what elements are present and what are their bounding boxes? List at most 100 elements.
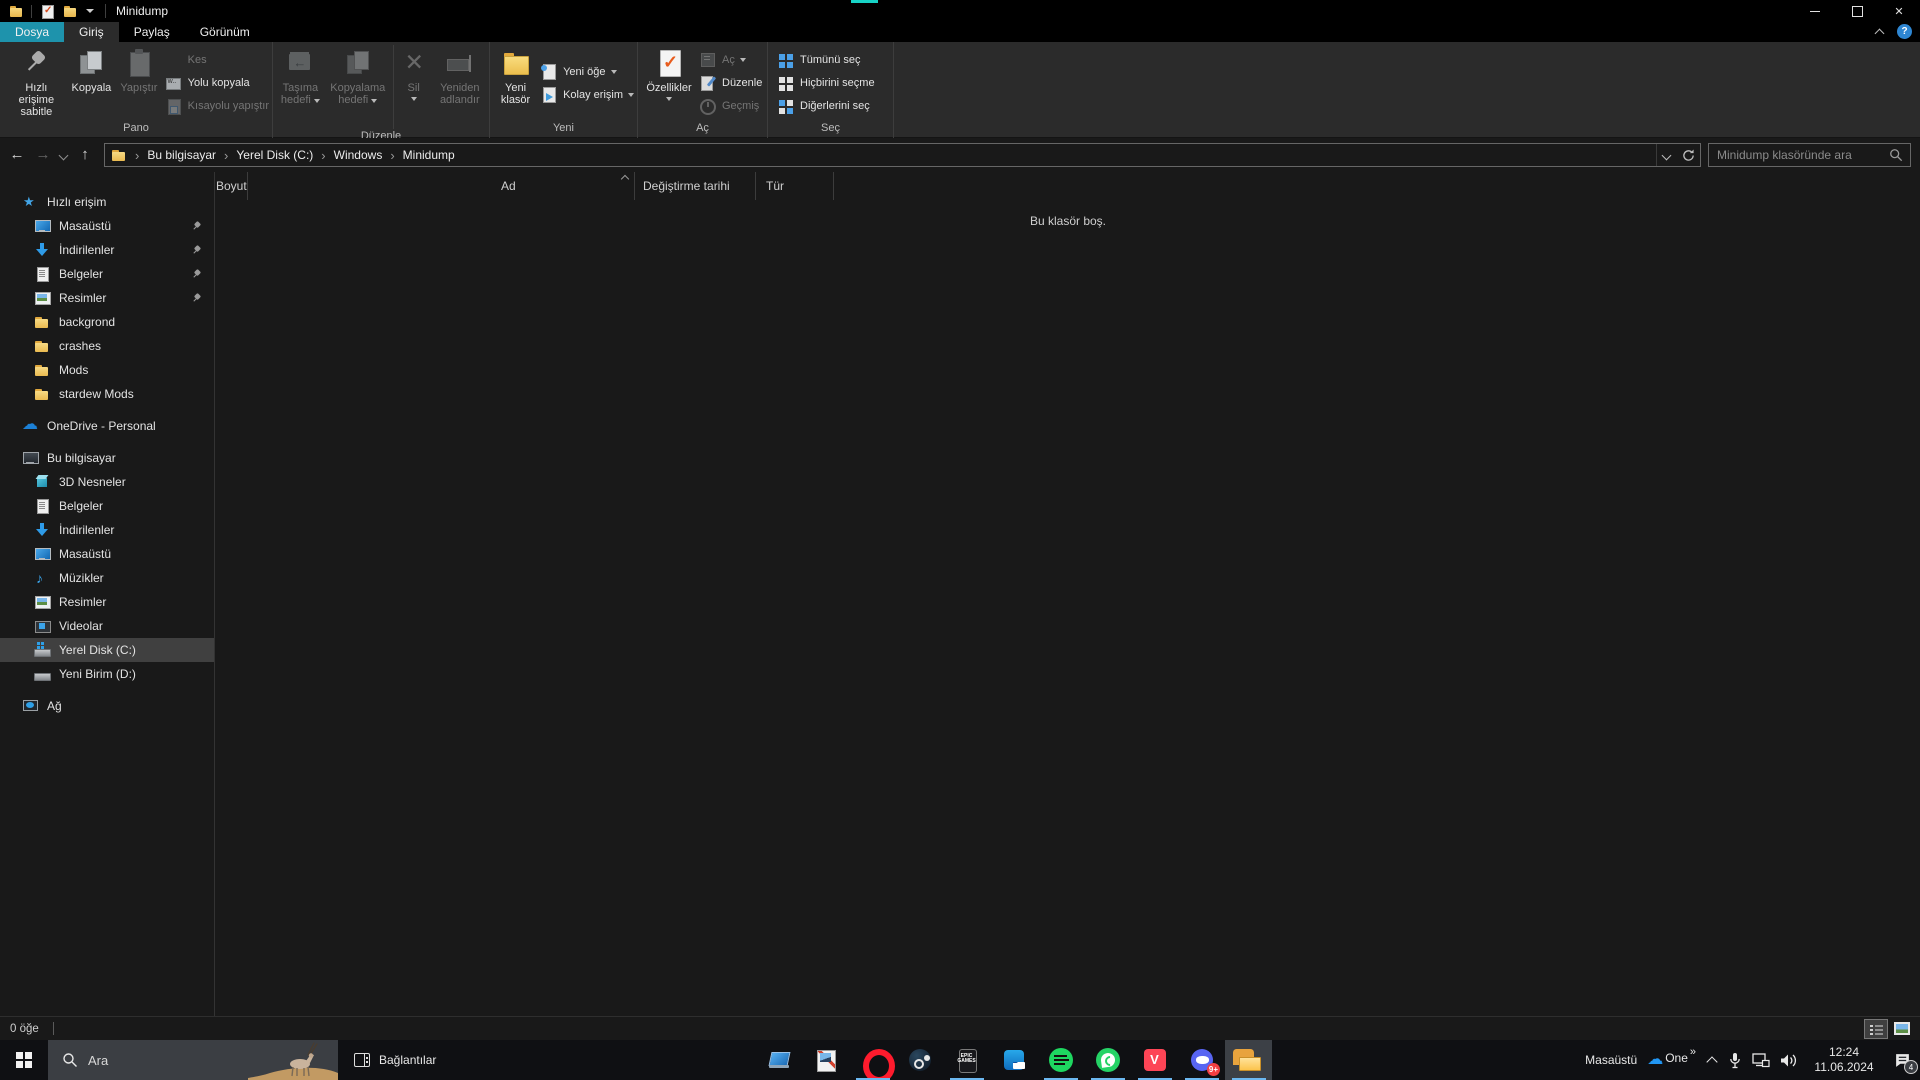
taskbar-app-whatsapp[interactable] [1084,1040,1131,1080]
breadcrumb-item[interactable]: Yerel Disk (C:) [216,148,313,163]
collapse-ribbon-icon[interactable] [1875,27,1885,37]
taskbar-app-epic-games[interactable] [943,1040,990,1080]
qat-new-folder-icon[interactable] [62,3,78,19]
tab-paylas[interactable]: Paylaş [119,22,185,42]
taskbar-app-computer[interactable] [755,1040,802,1080]
details-view-button[interactable] [1864,1019,1888,1039]
tab-dosya[interactable]: Dosya [0,22,64,42]
select-none-button[interactable]: Hiçbirini seçme [774,74,878,92]
breadcrumb-item[interactable]: Minidump [382,148,454,163]
refresh-icon[interactable] [1676,144,1700,166]
tree-item-label: Ağ [47,699,62,713]
taskbar-app-spotify[interactable] [1037,1040,1084,1080]
select-all-icon [777,51,795,69]
delete-button[interactable]: Sil [398,45,430,101]
invert-selection-button[interactable]: Diğerlerini seç [774,97,878,115]
taskbar-search-box[interactable] [48,1040,338,1080]
sidebar-item-stardew-mods[interactable]: stardew Mods [0,382,214,406]
help-icon[interactable]: ? [1897,24,1912,39]
taskbar-app-paint[interactable] [802,1040,849,1080]
sidebar-item-pictures[interactable]: Resimler [0,286,214,310]
select-all-button[interactable]: Tümünü seç [774,51,878,69]
sidebar-item-backgrond[interactable]: backgrond [0,310,214,334]
column-header-boyut[interactable]: Boyut [216,172,248,200]
sidebar-item-desktop[interactable]: Masaüstü [0,214,214,238]
qat-properties-icon[interactable] [39,3,55,19]
network-icon[interactable] [1752,1053,1770,1068]
sidebar-item-music[interactable]: Müzikler [0,566,214,590]
explorer-search-box[interactable] [1708,143,1911,167]
minimize-button[interactable] [1794,0,1836,22]
microphone-icon[interactable] [1728,1052,1742,1069]
tab-giris[interactable]: Giriş [64,22,119,42]
breadcrumb-item[interactable]: Bu bilgisayar [127,148,216,163]
rename-button[interactable]: Yeniden adlandır [432,45,488,106]
address-dropdown-icon[interactable] [1656,144,1676,166]
taskbar-app-valorant[interactable] [1131,1040,1178,1080]
forward-button[interactable]: → [30,143,56,167]
tree-item-icon [34,666,50,682]
sidebar-item-videos[interactable]: Videolar [0,614,214,638]
open-button[interactable]: Aç [696,51,765,69]
paste-shortcut-button[interactable]: Kısayolu yapıştır [162,97,272,115]
column-header-tur[interactable]: Tür [756,172,834,200]
sidebar-item-quick-access[interactable]: Hızlı erişim [0,190,214,214]
taskbar-app-outlook[interactable] [990,1040,1037,1080]
taskbar-app-file-explorer[interactable] [1225,1040,1272,1080]
links-toolbar[interactable]: Bağlantılar [354,1053,436,1067]
sidebar-item-pictures-pc[interactable]: Resimler [0,590,214,614]
maximize-button[interactable] [1836,0,1878,22]
sidebar-item-3d-objects[interactable]: 3D Nesneler [0,470,214,494]
close-button[interactable] [1878,0,1920,22]
tab-gorunum[interactable]: Görünüm [185,22,265,42]
sidebar-item-crashes[interactable]: crashes [0,334,214,358]
taskbar-app-opera[interactable] [849,1040,896,1080]
toolbar-overflow-chevron[interactable]: » [1690,1046,1696,1058]
system-tray: Masaüstü ☁ One » 12:24 11.06.2024 4 [1585,1040,1920,1080]
sidebar-item-mods[interactable]: Mods [0,358,214,382]
breadcrumb-item[interactable]: Windows [313,148,382,163]
sidebar-item-desktop-pc[interactable]: Masaüstü [0,542,214,566]
clock[interactable]: 12:24 11.06.2024 [1808,1045,1880,1075]
new-item-button[interactable]: Yeni öğe [537,63,637,81]
new-folder-button[interactable]: Yeni klasör [495,45,536,106]
start-button[interactable] [0,1040,48,1080]
easy-access-button[interactable]: Kolay erişim [537,86,637,104]
thumbnails-view-button[interactable] [1890,1019,1914,1039]
sidebar-item-downloads[interactable]: İndirilenler [0,238,214,262]
action-center-button[interactable]: 4 [1890,1048,1914,1072]
edit-button[interactable]: Düzenle [696,74,765,92]
taskbar-app-steam[interactable] [896,1040,943,1080]
sidebar-item-this-pc[interactable]: Bu bilgisayar [0,446,214,470]
cut-button[interactable]: Kes [162,51,272,69]
desktop-toolbar-label[interactable]: Masaüstü [1585,1053,1637,1067]
up-button[interactable]: ↑ [72,143,98,167]
paste-button[interactable]: Yapıştır [117,45,161,94]
taskbar-search-input[interactable] [78,1053,338,1068]
volume-icon[interactable] [1780,1053,1798,1068]
sidebar-item-network[interactable]: Ağ [0,694,214,718]
hidden-icons-chevron[interactable] [1706,1054,1718,1066]
column-header-degistirme-tarihi[interactable]: Değiştirme tarihi [635,172,756,200]
pin-to-quick-access-button[interactable]: Hızlı erişime sabitle [7,45,66,118]
move-to-button[interactable]: Taşıma hedefi [276,45,325,106]
properties-button[interactable]: Özellikler [643,45,695,101]
sidebar-item-downloads-pc[interactable]: İndirilenler [0,518,214,542]
sidebar-item-local-disk-c[interactable]: Yerel Disk (C:) [0,638,214,662]
copy-button[interactable]: Kopyala [68,45,115,94]
back-button[interactable]: ← [4,143,30,167]
copy-to-button[interactable]: Kopyalama hedefi [327,45,389,106]
taskbar-app-discord[interactable]: 9+ [1178,1040,1225,1080]
sidebar-item-new-volume-d[interactable]: Yeni Birim (D:) [0,662,214,686]
explorer-search-input[interactable] [1709,148,1889,162]
address-bar[interactable]: Bu bilgisayarYerel Disk (C:)WindowsMinid… [104,143,1701,167]
sidebar-item-onedrive[interactable]: OneDrive - Personal [0,414,214,438]
copy-path-button[interactable]: Yolu kopyala [162,74,272,92]
history-button[interactable]: Geçmiş [696,97,765,115]
sidebar-item-documents[interactable]: Belgeler [0,262,214,286]
qat-customize-caret-icon[interactable] [85,3,95,19]
column-header-ad[interactable]: Ad [494,172,635,200]
onedrive-tray-item[interactable]: ☁ One » [1647,1051,1696,1069]
sidebar-item-documents-pc[interactable]: Belgeler [0,494,214,518]
recent-locations-icon[interactable] [56,143,72,167]
